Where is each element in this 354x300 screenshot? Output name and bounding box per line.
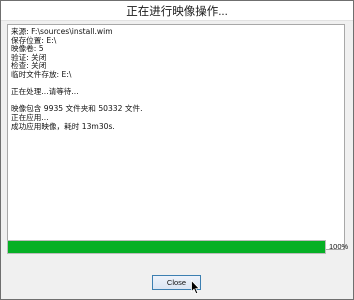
log-line-success: 成功应用映像，耗时 13m30s.	[11, 121, 115, 131]
progress-percent: 100%	[329, 242, 349, 251]
window-title: 正在进行映像操作...	[126, 5, 228, 18]
progress-bar	[7, 240, 326, 254]
title-bar[interactable]: 正在进行映像操作...	[1, 1, 353, 21]
mouse-pointer-icon	[191, 280, 201, 295]
log-line-source: 来源: F:\sources\install.wim	[11, 27, 113, 36]
log-output[interactable]: 来源: F:\sources\install.wim 保存位置: E:\ 映像卷…	[7, 24, 345, 250]
log-line-scratch-dir: 临时文件存放: E:\	[11, 69, 72, 79]
dialog-body: 来源: F:\sources\install.wim 保存位置: E:\ 映像卷…	[1, 21, 353, 299]
log-line-image-index: 映像卷: 5	[11, 44, 44, 54]
progress-bar-fill	[8, 241, 325, 253]
log-line-processing: 正在处理...请等待...	[11, 87, 79, 97]
image-operation-dialog: 正在进行映像操作... 来源: F:\sources\install.wim 保…	[0, 0, 354, 300]
log-line-file-count: 映像包含 9935 文件夹和 50332 文件.	[11, 104, 143, 114]
log-line-verify: 验证: 关闭	[11, 52, 47, 62]
progress-row: 100%	[7, 240, 353, 254]
log-line-destination: 保存位置: E:\	[11, 35, 57, 45]
